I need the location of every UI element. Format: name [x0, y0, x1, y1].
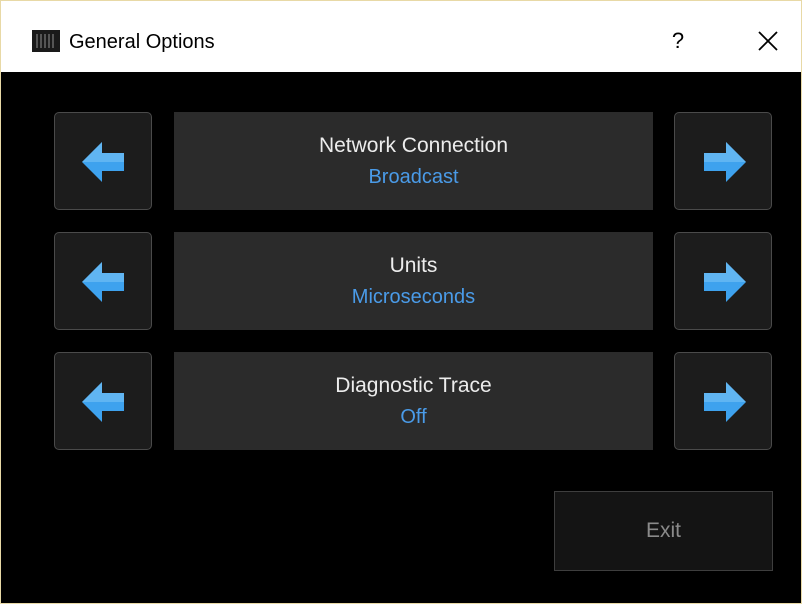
option-value: Microseconds: [351, 286, 476, 308]
units-prev-button[interactable]: [54, 232, 152, 330]
option-value: Broadcast: [368, 166, 459, 188]
network-connection-next-button[interactable]: [674, 112, 772, 210]
close-button[interactable]: [747, 23, 787, 59]
option-label: Diagnostic Trace: [335, 374, 492, 397]
option-label: Units: [389, 254, 438, 277]
option-label: Network Connection: [318, 134, 509, 157]
arrow-left-icon: [82, 142, 124, 182]
exit-button[interactable]: Exit: [554, 491, 773, 571]
arrow-left-icon: [82, 382, 124, 422]
window-title: General Options: [69, 31, 215, 53]
arrow-right-icon: [704, 262, 746, 302]
network-connection-panel: Network Connection Broadcast: [174, 112, 653, 210]
arrow-right-icon: [704, 382, 746, 422]
arrow-left-icon: [82, 262, 124, 302]
options-content: Network Connection Broadcast Units Micro…: [1, 72, 801, 603]
network-connection-prev-button[interactable]: [54, 112, 152, 210]
option-value: Off: [400, 406, 427, 428]
units-next-button[interactable]: [674, 232, 772, 330]
help-button[interactable]: ?: [661, 23, 695, 59]
general-options-window: General Options ? Network Connection Bro…: [0, 0, 802, 604]
diagnostic-trace-prev-button[interactable]: [54, 352, 152, 450]
arrow-right-icon: [704, 142, 746, 182]
app-grid-icon: [32, 30, 60, 52]
close-icon: [758, 31, 778, 51]
units-panel: Units Microseconds: [174, 232, 653, 330]
diagnostic-trace-next-button[interactable]: [674, 352, 772, 450]
diagnostic-trace-panel: Diagnostic Trace Off: [174, 352, 653, 450]
title-bar: General Options ?: [1, 1, 801, 72]
